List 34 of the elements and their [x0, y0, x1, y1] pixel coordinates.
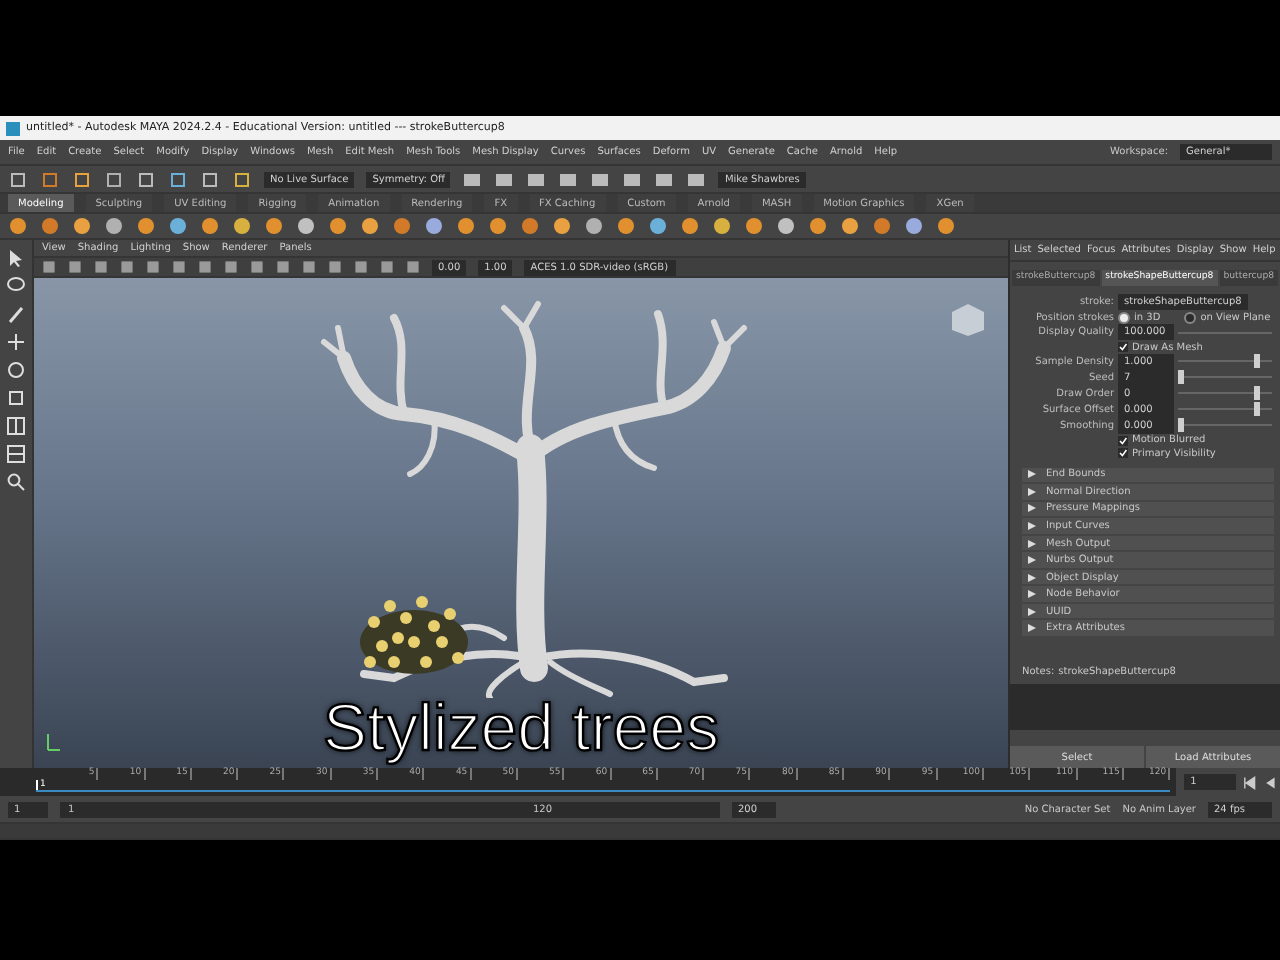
- render-tool-icon[interactable]: [686, 169, 707, 189]
- viewport[interactable]: Stylized trees: [34, 278, 1008, 768]
- render-tool-icon[interactable]: [654, 169, 675, 189]
- render-tool-icon[interactable]: [622, 169, 643, 189]
- lasso-icon[interactable]: [6, 276, 26, 296]
- radio-button[interactable]: [1184, 311, 1197, 324]
- layout-icon[interactable]: [6, 416, 26, 436]
- slider-handle[interactable]: [1253, 386, 1260, 401]
- slider-handle[interactable]: [1253, 354, 1260, 369]
- slider-handle[interactable]: [1178, 418, 1185, 433]
- checkbox[interactable]: [1118, 342, 1128, 353]
- layout-icon[interactable]: [6, 444, 26, 464]
- axis-icon: [46, 732, 62, 752]
- rotate-icon[interactable]: [6, 360, 26, 380]
- scale-icon[interactable]: [6, 388, 26, 408]
- video-caption: Stylized trees: [322, 690, 720, 764]
- select-arrow-icon[interactable]: [6, 248, 26, 268]
- slider-handle[interactable]: [1253, 402, 1260, 417]
- app-icon: [6, 121, 20, 135]
- brush-icon[interactable]: [6, 304, 26, 324]
- checkbox[interactable]: [1118, 448, 1128, 459]
- search-icon[interactable]: [6, 472, 26, 492]
- step-back-icon[interactable]: [1262, 775, 1277, 789]
- checkbox[interactable]: [1118, 435, 1128, 446]
- render-tool-icon[interactable]: [462, 169, 483, 189]
- render-tool-icon[interactable]: [526, 169, 547, 189]
- skip-back-icon[interactable]: [1242, 775, 1257, 789]
- render-tool-icon[interactable]: [590, 169, 611, 189]
- render-tool-icon[interactable]: [558, 169, 579, 189]
- notes-field[interactable]: [1010, 683, 1280, 731]
- radio-button[interactable]: [1118, 311, 1130, 324]
- slider-handle[interactable]: [1178, 370, 1185, 385]
- render-tool-icon[interactable]: [494, 169, 515, 189]
- move-icon[interactable]: [6, 332, 26, 352]
